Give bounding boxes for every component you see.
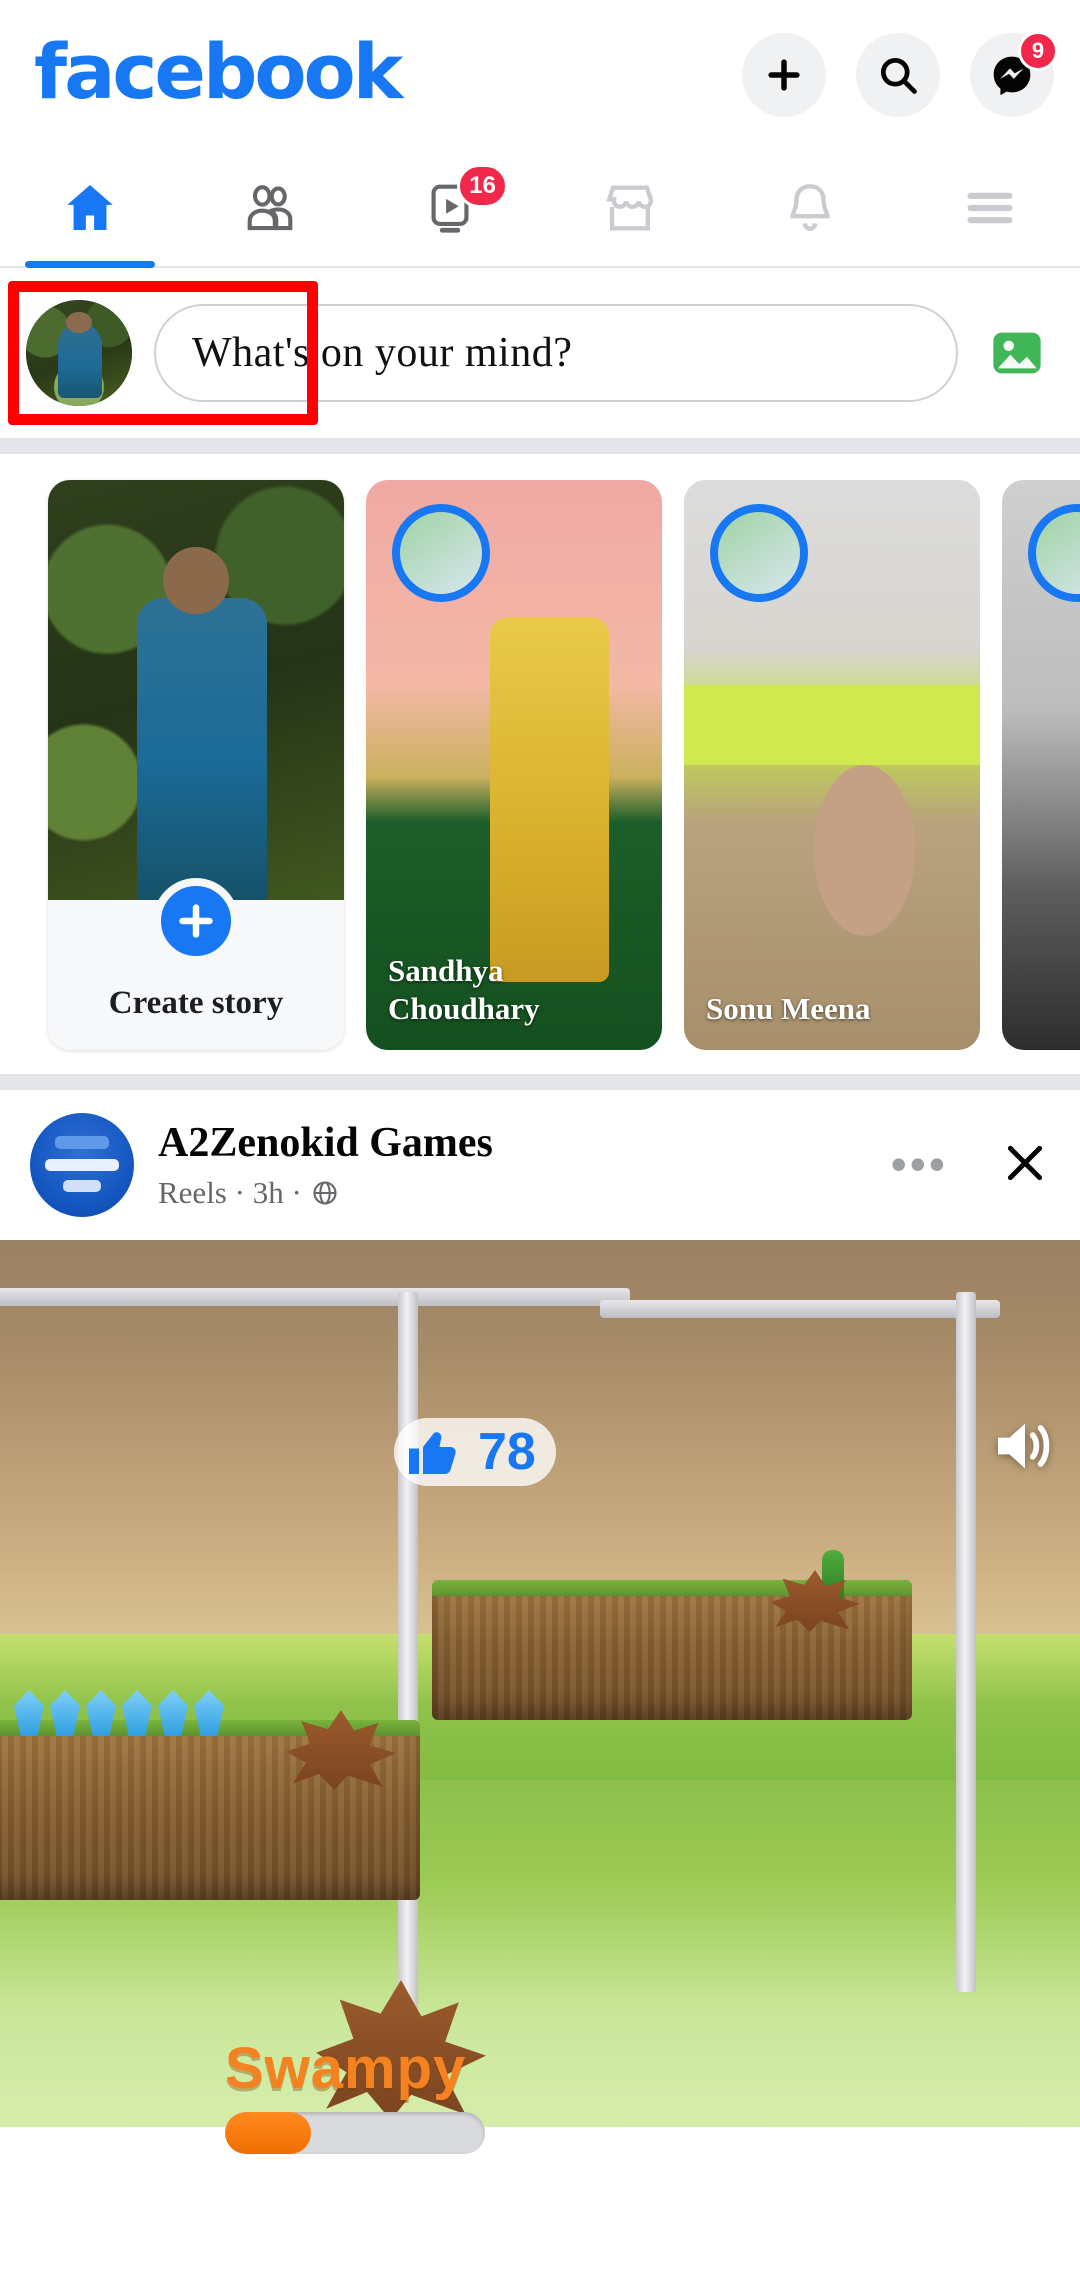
game-character-label: Swampy bbox=[225, 2035, 555, 2154]
post-header: A2Zenokid Games Reels · 3h · ••• bbox=[0, 1090, 1080, 1240]
story-avatar bbox=[392, 504, 490, 602]
game-pole bbox=[956, 1292, 976, 1992]
tab-notifications[interactable] bbox=[720, 150, 900, 266]
story-card[interactable] bbox=[1002, 480, 1080, 1050]
messenger-badge: 9 bbox=[1018, 31, 1058, 71]
search-icon[interactable] bbox=[856, 33, 940, 117]
video-tab-badge: 16 bbox=[457, 164, 508, 208]
messenger-icon[interactable]: 9 bbox=[970, 31, 1058, 117]
tab-video[interactable]: 16 bbox=[360, 150, 540, 266]
composer-input[interactable]: What's on your mind? bbox=[154, 304, 958, 402]
speaker-icon[interactable] bbox=[986, 1410, 1058, 1487]
post-meta: A2Zenokid Games Reels · 3h · bbox=[158, 1119, 493, 1211]
section-divider-2 bbox=[0, 1074, 1080, 1090]
facebook-mobile-screen: facebook 9 16 What's on your mind? Creat… bbox=[0, 0, 1080, 2287]
game-rail bbox=[0, 1288, 630, 1306]
tab-marketplace[interactable] bbox=[540, 150, 720, 266]
create-story-card[interactable]: Create story bbox=[48, 480, 344, 1050]
tab-friends[interactable] bbox=[180, 150, 360, 266]
navigation-tabs: 16 bbox=[0, 150, 1080, 268]
character-progress-bar bbox=[225, 2112, 485, 2154]
post-composer: What's on your mind? bbox=[0, 268, 1080, 438]
post-media-game-video[interactable] bbox=[0, 1240, 1080, 2127]
stories-tray: Create story Sandhya Choudhary Sonu Meen… bbox=[0, 454, 1080, 1074]
tab-home[interactable] bbox=[0, 150, 180, 268]
photo-gallery-icon[interactable] bbox=[980, 316, 1054, 390]
story-card[interactable]: Sonu Meena bbox=[684, 480, 980, 1050]
page-avatar[interactable] bbox=[30, 1113, 134, 1217]
plus-icon[interactable] bbox=[742, 33, 826, 117]
more-options-icon[interactable]: ••• bbox=[891, 1142, 948, 1187]
post-actions: ••• bbox=[891, 1138, 1050, 1193]
create-story-label: Create story bbox=[108, 984, 284, 1021]
facebook-logo[interactable]: facebook bbox=[34, 34, 403, 110]
composer-placeholder: What's on your mind? bbox=[192, 330, 573, 376]
post-subtitle: Reels · 3h · bbox=[158, 1175, 493, 1211]
like-badge: 78 bbox=[394, 1418, 556, 1486]
story-card[interactable]: Sandhya Choudhary bbox=[366, 480, 662, 1050]
game-crystals bbox=[14, 1690, 224, 1736]
story-name: Sonu Meena bbox=[706, 991, 871, 1027]
character-progress-fill bbox=[225, 2112, 311, 2154]
top-bar: facebook 9 bbox=[0, 0, 1080, 150]
thumbs-up-icon bbox=[409, 1432, 456, 1474]
like-count: 78 bbox=[478, 1423, 536, 1481]
character-name: Swampy bbox=[225, 2036, 467, 2101]
close-icon[interactable] bbox=[1000, 1138, 1050, 1193]
section-divider-1 bbox=[0, 438, 1080, 454]
avatar[interactable] bbox=[26, 300, 132, 406]
story-avatar bbox=[710, 504, 808, 602]
globe-icon bbox=[313, 1181, 337, 1205]
top-bar-actions: 9 bbox=[742, 31, 1058, 117]
story-avatar bbox=[1028, 504, 1080, 602]
plus-icon[interactable] bbox=[153, 878, 239, 964]
game-rail bbox=[600, 1300, 1000, 1318]
tab-menu[interactable] bbox=[900, 150, 1080, 266]
post-meta-text: Reels · 3h · bbox=[158, 1175, 302, 1210]
game-pole bbox=[398, 1292, 418, 2072]
story-name: Sandhya Choudhary bbox=[388, 953, 540, 1027]
post-author-name[interactable]: A2Zenokid Games bbox=[158, 1119, 493, 1167]
